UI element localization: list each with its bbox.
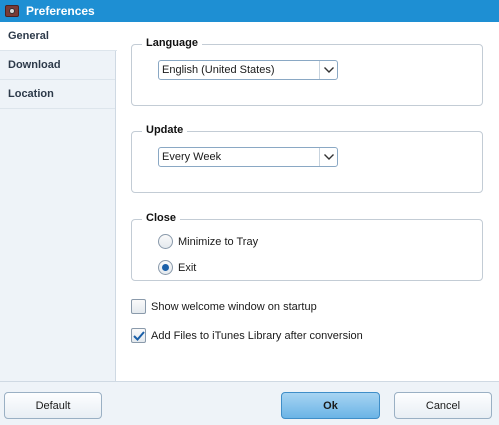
radio-button-unselected[interactable] — [158, 234, 173, 249]
chevron-down-icon — [319, 61, 337, 79]
checkbox-unchecked[interactable] — [131, 299, 146, 314]
sidebar-item-label: Download — [8, 59, 61, 71]
chevron-down-icon — [319, 148, 337, 166]
sidebar-item-general[interactable]: General — [0, 22, 117, 51]
update-dropdown[interactable]: Every Week — [158, 147, 338, 167]
radio-button-selected[interactable] — [158, 260, 173, 275]
checkbox-label: Show welcome window on startup — [151, 300, 317, 313]
language-dropdown-value: English (United States) — [162, 64, 275, 76]
radio-label: Minimize to Tray — [178, 235, 259, 248]
update-dropdown-value: Every Week — [162, 151, 222, 163]
minimize-to-tray-radio[interactable]: Minimize to Tray — [158, 234, 258, 249]
checkbox-label: Add Files to iTunes Library after conver… — [151, 329, 363, 342]
window-title: Preferences — [26, 4, 95, 18]
sidebar-item-location[interactable]: Location — [0, 80, 115, 109]
language-dropdown[interactable]: English (United States) — [158, 60, 338, 80]
default-button[interactable]: Default — [4, 392, 102, 419]
language-group-title: Language — [142, 37, 202, 49]
language-group: Language English (United States) — [131, 37, 483, 106]
sidebar-item-label: General — [8, 30, 49, 42]
footer-bar: Default Ok Cancel — [0, 381, 499, 425]
checkbox-checked[interactable] — [131, 328, 146, 343]
checkmark-icon — [132, 330, 145, 341]
ok-button[interactable]: Ok — [281, 392, 380, 419]
exit-radio[interactable]: Exit — [158, 260, 196, 275]
update-group: Update Every Week — [131, 124, 483, 193]
sidebar: General Download Location — [0, 22, 117, 381]
close-group: Close Minimize to Tray Exit — [131, 212, 483, 281]
sidebar-item-download[interactable]: Download — [0, 51, 115, 80]
app-camera-icon — [4, 3, 20, 19]
sidebar-item-label: Location — [8, 88, 54, 100]
show-welcome-checkbox-row[interactable]: Show welcome window on startup — [131, 299, 317, 314]
close-group-title: Close — [142, 212, 180, 224]
cancel-button[interactable]: Cancel — [394, 392, 492, 419]
radio-label: Exit — [178, 261, 197, 274]
add-to-itunes-checkbox-row[interactable]: Add Files to iTunes Library after conver… — [131, 328, 363, 343]
title-bar: Preferences — [0, 0, 499, 22]
update-group-title: Update — [142, 124, 188, 136]
